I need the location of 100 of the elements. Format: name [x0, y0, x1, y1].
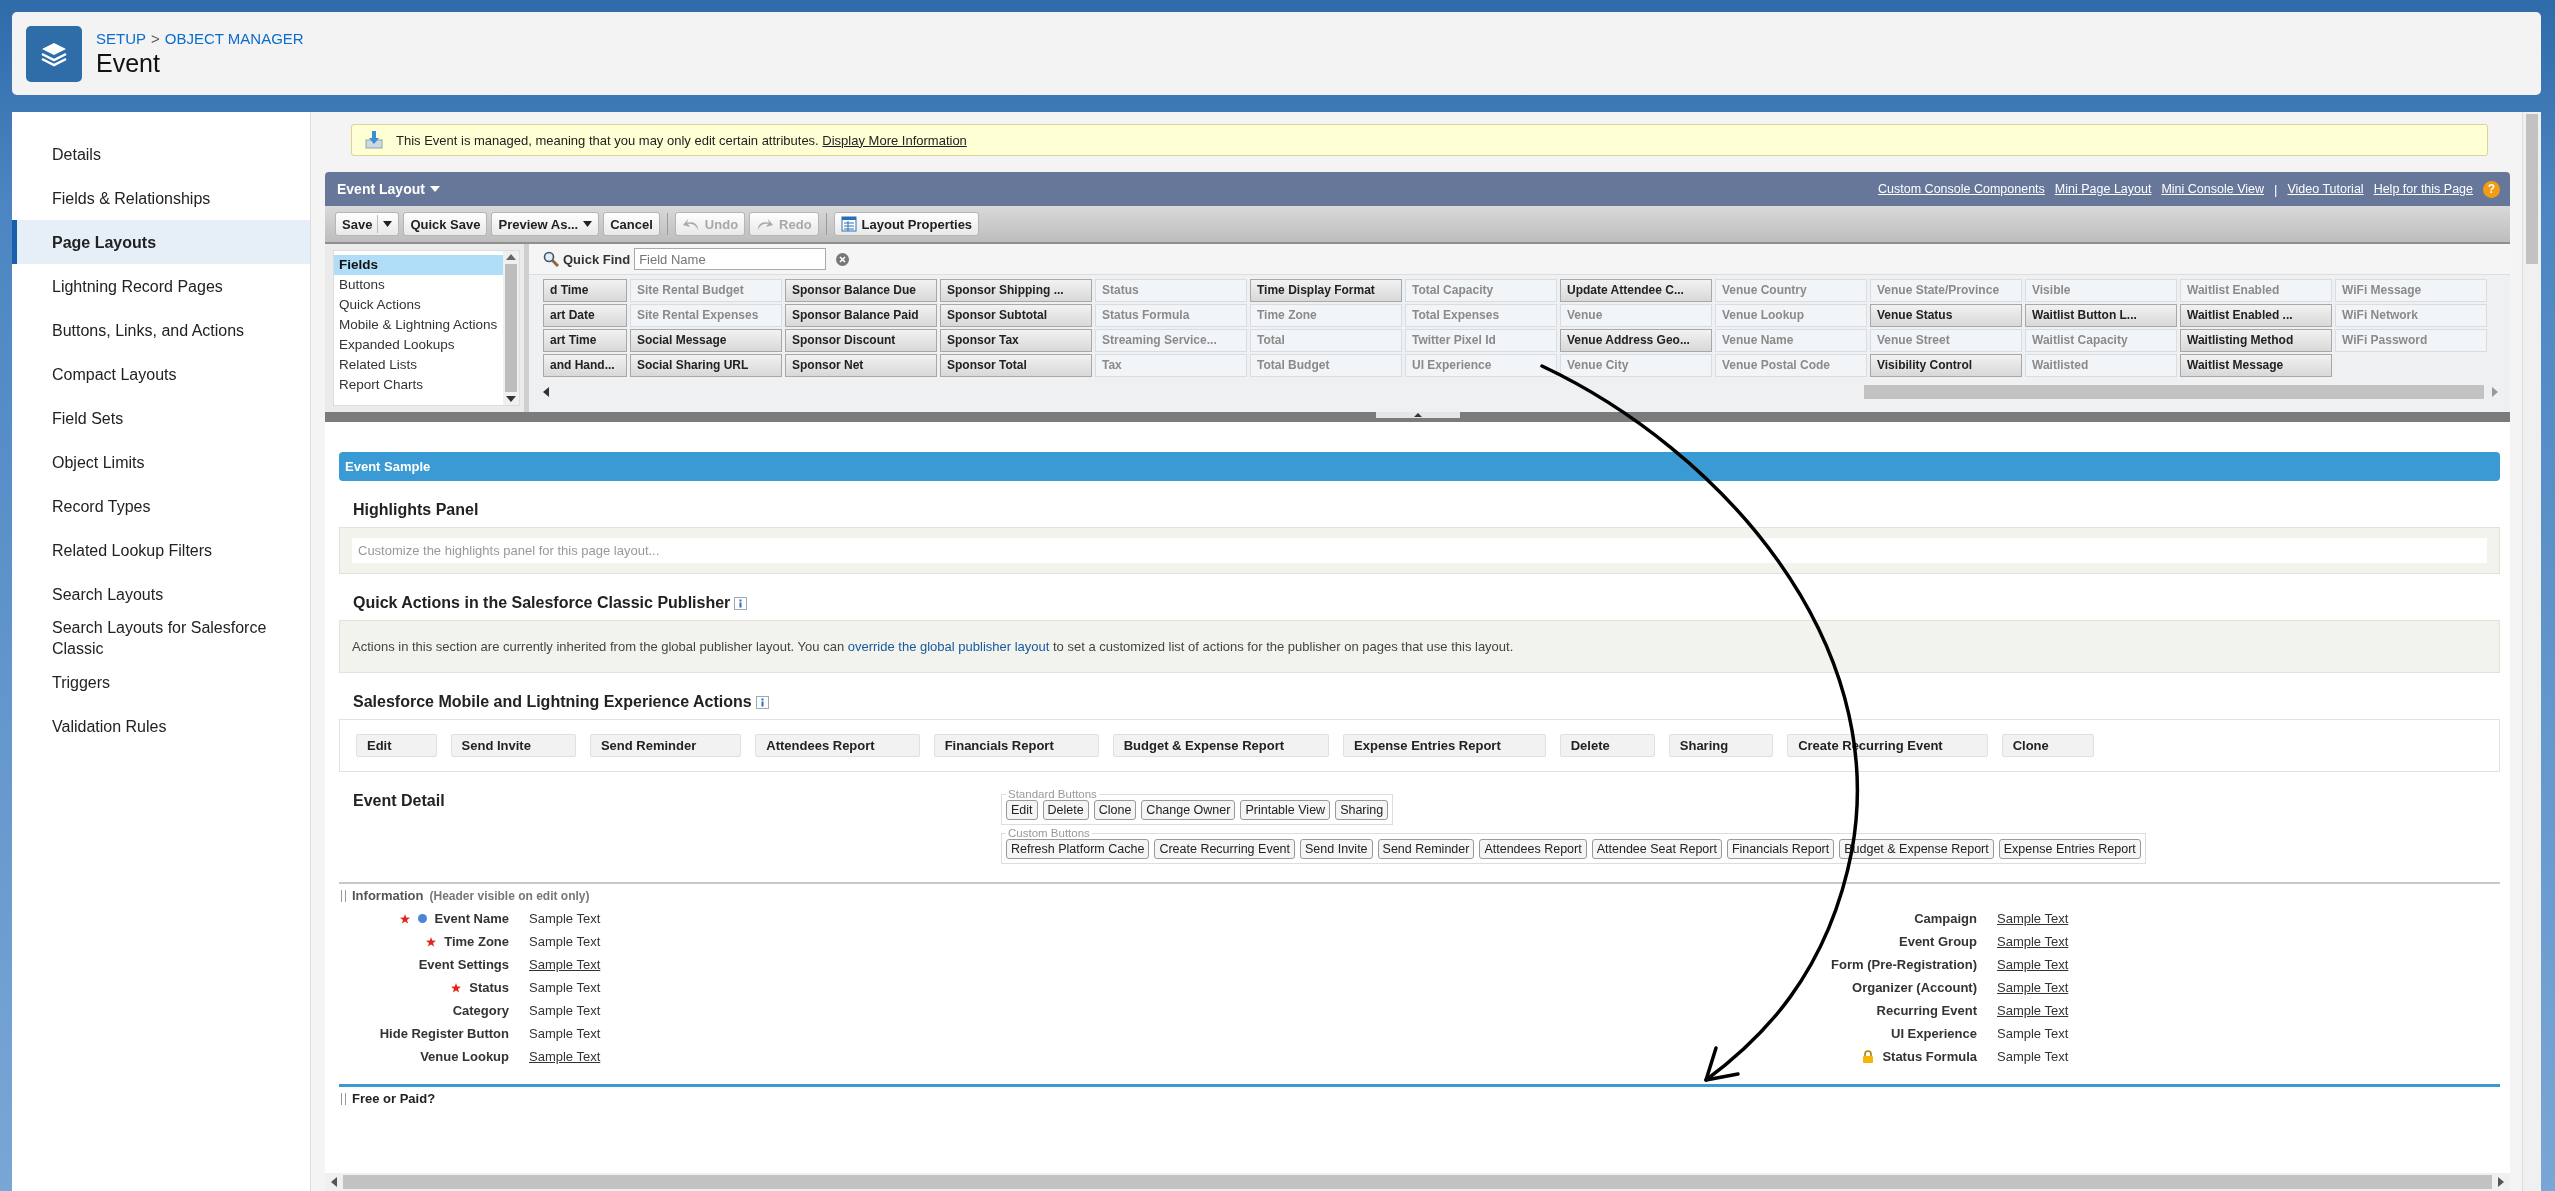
- layout-button[interactable]: Edit: [1006, 800, 1038, 820]
- sidebar-item[interactable]: Related Lookup Filters: [12, 528, 310, 572]
- breadcrumb-link[interactable]: OBJECT MANAGER: [164, 29, 304, 47]
- scroll-right-icon[interactable]: [2498, 1177, 2504, 1187]
- clear-icon[interactable]: [836, 252, 850, 266]
- action-item[interactable]: Edit: [356, 734, 437, 757]
- action-item[interactable]: Attendees Report: [755, 734, 920, 757]
- info-icon[interactable]: [755, 695, 769, 709]
- layout-button[interactable]: Refresh Platform Cache: [1006, 839, 1150, 859]
- quick-find-field[interactable]: Field Name: [634, 248, 827, 270]
- field-item[interactable]: and Hand...: [543, 354, 627, 377]
- layout-button[interactable]: Financials Report: [1726, 839, 1835, 859]
- action-item[interactable]: Sharing: [1668, 734, 1774, 757]
- sidebar-item[interactable]: Object Limits: [12, 440, 310, 484]
- scroll-down-icon[interactable]: [506, 396, 516, 402]
- breadcrumb-link[interactable]: SETUP: [96, 29, 146, 47]
- layout-button[interactable]: Printable View: [1240, 800, 1331, 820]
- sidebar-item[interactable]: Compact Layouts: [12, 352, 310, 396]
- scrollbar[interactable]: [343, 1175, 2492, 1189]
- layout-button[interactable]: Delete: [1042, 800, 1089, 820]
- header-link[interactable]: Help for this Page: [2373, 182, 2473, 196]
- action-item[interactable]: Send Reminder: [589, 734, 742, 757]
- header-link[interactable]: Mini Page Layout: [2054, 182, 2152, 196]
- category-item[interactable]: Buttons: [334, 275, 503, 295]
- layout-button[interactable]: Clone: [1093, 800, 1137, 820]
- category-item[interactable]: Report Charts: [334, 375, 503, 395]
- header-link[interactable]: Custom Console Components: [1878, 182, 2045, 196]
- field-item[interactable]: Sponsor Subtotal: [940, 304, 1092, 327]
- scrollbar[interactable]: [1864, 385, 2484, 399]
- layout-button[interactable]: Send Reminder: [1377, 839, 1475, 859]
- field-item[interactable]: Venue Status: [1870, 304, 2022, 327]
- action-item[interactable]: Expense Entries Report: [1343, 734, 1546, 757]
- field-item[interactable]: Sponsor Tax: [940, 329, 1092, 352]
- override-link[interactable]: override the global publisher layout: [847, 639, 1050, 654]
- sidebar-item[interactable]: Lightning Record Pages: [12, 264, 310, 308]
- toolbar-button[interactable]: Save: [335, 212, 400, 236]
- sidebar-item[interactable]: Record Types: [12, 484, 310, 528]
- field-item[interactable]: Waitlist Button L...: [2025, 304, 2177, 327]
- field-item[interactable]: Sponsor Net: [785, 354, 937, 377]
- field-item[interactable]: Update Attendee C...: [1560, 279, 1712, 302]
- field-item[interactable]: Social Message: [630, 329, 782, 352]
- field-item[interactable]: Venue Address Geo...: [1560, 329, 1712, 352]
- toolbar-button[interactable]: Quick Save: [403, 212, 488, 236]
- field-value: Sample Text: [529, 980, 601, 995]
- category-item[interactable]: Fields: [334, 255, 503, 275]
- field-item[interactable]: Sponsor Balance Paid: [785, 304, 937, 327]
- field-item[interactable]: Waitlisting Method: [2180, 329, 2332, 352]
- scroll-up-icon[interactable]: [506, 254, 516, 260]
- scroll-left-icon[interactable]: [331, 1177, 337, 1187]
- field-item[interactable]: Sponsor Total: [940, 354, 1092, 377]
- category-item[interactable]: Quick Actions: [334, 295, 503, 315]
- info-icon[interactable]: [734, 596, 748, 610]
- scroll-left-icon[interactable]: [543, 387, 549, 397]
- sidebar-item[interactable]: Buttons, Links, and Actions: [12, 308, 310, 352]
- layout-menu-button[interactable]: Event Layout: [337, 181, 440, 197]
- action-item[interactable]: Budget & Expense Report: [1112, 734, 1330, 757]
- undo-icon: [681, 217, 700, 231]
- sidebar-item[interactable]: Details: [12, 132, 310, 176]
- sidebar-item[interactable]: Validation Rules: [12, 704, 310, 748]
- field-item[interactable]: art Time: [543, 329, 627, 352]
- action-item[interactable]: Delete: [1559, 734, 1655, 757]
- category-item[interactable]: Mobile & Lightning Actions: [334, 315, 503, 335]
- field-item[interactable]: art Date: [543, 304, 627, 327]
- layout-button[interactable]: Expense Entries Report: [1998, 839, 2141, 859]
- field-item[interactable]: Time Display Format: [1250, 279, 1402, 302]
- sidebar-item[interactable]: Search Layouts: [12, 572, 310, 616]
- field-item[interactable]: Sponsor Balance Due: [785, 279, 937, 302]
- layout-button[interactable]: Attendee Seat Report: [1591, 839, 1722, 859]
- field-item[interactable]: Sponsor Shipping ...: [940, 279, 1092, 302]
- sidebar-item[interactable]: Field Sets: [12, 396, 310, 440]
- layout-button[interactable]: Sharing: [1335, 800, 1389, 820]
- category-item[interactable]: Expanded Lookups: [334, 335, 503, 355]
- sidebar-item[interactable]: Fields & Relationships: [12, 176, 310, 220]
- field-item[interactable]: Social Sharing URL: [630, 354, 782, 377]
- action-item[interactable]: Financials Report: [933, 734, 1099, 757]
- sidebar-item[interactable]: Page Layouts: [12, 220, 310, 264]
- category-item[interactable]: Related Lists: [334, 355, 503, 375]
- action-item[interactable]: Send Invite: [450, 734, 576, 757]
- header-link[interactable]: Mini Console View: [2161, 182, 2265, 196]
- action-item[interactable]: Clone: [2001, 734, 2094, 757]
- field-item[interactable]: Waitlist Enabled ...: [2180, 304, 2332, 327]
- layout-button[interactable]: Create Recurring Event: [1154, 839, 1295, 859]
- scrollbar[interactable]: [2526, 114, 2538, 264]
- toolbar-button[interactable]: Layout Properties: [833, 212, 980, 236]
- display-more-link[interactable]: Display More Information: [822, 132, 967, 148]
- toolbar-button[interactable]: Cancel: [603, 212, 660, 236]
- field-value: Sample Text: [529, 934, 601, 949]
- layout-button[interactable]: Attendees Report: [1479, 839, 1587, 859]
- field-item[interactable]: d Time: [543, 279, 627, 302]
- field-item[interactable]: Sponsor Discount: [785, 329, 937, 352]
- field-item[interactable]: Waitlist Message: [2180, 354, 2332, 377]
- sidebar-item[interactable]: Triggers: [12, 660, 310, 704]
- toolbar-button[interactable]: Preview As...: [491, 212, 600, 236]
- sidebar-item[interactable]: Search Layouts for Salesforce Classic: [12, 616, 310, 660]
- header-link[interactable]: Video Tutorial: [2287, 182, 2364, 196]
- scrollbar[interactable]: [503, 251, 519, 405]
- splitter-handle[interactable]: [1375, 412, 1460, 418]
- layout-button[interactable]: Send Invite: [1300, 839, 1373, 859]
- layout-button[interactable]: Change Owner: [1141, 800, 1236, 820]
- field-item[interactable]: Visibility Control: [1870, 354, 2022, 377]
